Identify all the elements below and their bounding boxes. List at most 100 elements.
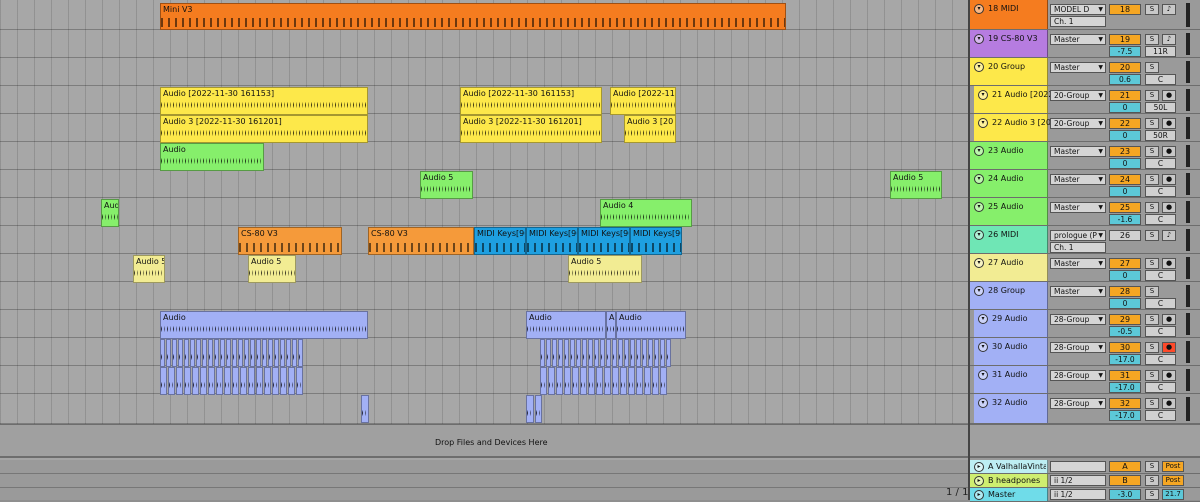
audio-slice[interactable] (594, 339, 599, 367)
arm-button[interactable]: ♪ (1162, 230, 1176, 241)
audio-slice[interactable] (666, 339, 671, 367)
audio-slice[interactable] (200, 367, 207, 395)
arrangement-clip[interactable]: Audio 3 [2022-11-30 161201] (160, 115, 368, 143)
post-toggle[interactable]: 21.7 (1162, 489, 1184, 500)
track-header[interactable]: ▾ 23 Audio (970, 142, 1048, 169)
audio-slice[interactable] (558, 339, 563, 367)
input-routing-select[interactable]: MODEL D ▼ (1050, 4, 1106, 15)
volume-field[interactable]: 0 (1109, 298, 1141, 309)
arrangement-clip[interactable]: Audio 5 (248, 255, 296, 283)
arrangement-clip[interactable]: Audio (606, 311, 616, 339)
volume-field[interactable]: 0 (1109, 158, 1141, 169)
audio-slice[interactable] (552, 339, 557, 367)
audio-slice[interactable] (660, 367, 667, 395)
volume-field[interactable]: 0 (1109, 270, 1141, 281)
volume-field[interactable]: -1.6 (1109, 214, 1141, 225)
solo-button[interactable]: S (1145, 314, 1159, 325)
return-header[interactable]: ▸ A ValhallaVinta (970, 460, 1048, 473)
fold-toggle-icon[interactable]: ▾ (974, 34, 984, 44)
track-activator[interactable]: 32 (1109, 398, 1141, 409)
audio-slice[interactable] (588, 339, 593, 367)
arrangement-clip[interactable]: CS-80 V3 (368, 227, 474, 255)
fold-toggle-icon[interactable]: ▾ (978, 118, 988, 128)
input-routing-select[interactable]: prologue (P ▼ (1050, 230, 1106, 241)
audio-slice[interactable] (226, 339, 231, 367)
arrangement-clip[interactable]: Audio 5 (420, 171, 473, 199)
return-track-row[interactable]: ▸ B headpones ii 1/2 B S Post (970, 474, 1200, 488)
fold-toggle-icon[interactable]: ▾ (974, 146, 984, 156)
audio-slice[interactable] (262, 339, 267, 367)
audio-slice[interactable] (192, 367, 199, 395)
arrangement-lane[interactable] (0, 58, 970, 86)
fold-toggle-icon[interactable]: ▾ (974, 230, 984, 240)
track-row[interactable]: ▾ 28 Group Master ▼ 28 S 0 C (970, 282, 1200, 310)
arm-button[interactable]: ● (1162, 202, 1176, 213)
pan-field[interactable]: C (1145, 410, 1176, 421)
pan-field[interactable]: 11R (1145, 46, 1176, 57)
audio-slice[interactable] (160, 367, 167, 395)
audio-slice[interactable] (564, 339, 569, 367)
arrangement-clip[interactable]: MIDI Keys[90] (474, 227, 526, 255)
audio-slice[interactable] (618, 339, 623, 367)
arm-button[interactable]: ● (1162, 370, 1176, 381)
arrangement-clip[interactable]: Audio 5 (133, 255, 165, 283)
track-activator[interactable]: 29 (1109, 314, 1141, 325)
audio-slice[interactable] (264, 367, 271, 395)
track-header[interactable]: ▾ 18 MIDI (970, 0, 1048, 29)
audio-slice[interactable] (238, 339, 243, 367)
post-toggle[interactable]: Post (1162, 461, 1184, 472)
track-row[interactable]: ▾ 25 Audio Master ▼ 25 S ● -1.6 C (970, 198, 1200, 226)
arrangement-lane[interactable] (0, 142, 970, 170)
fold-toggle-icon[interactable]: ▾ (974, 174, 984, 184)
audio-slice[interactable] (220, 339, 225, 367)
audio-slice[interactable] (540, 367, 547, 395)
audio-slice[interactable] (166, 339, 171, 367)
audio-slice[interactable] (596, 367, 603, 395)
arrangement-lane[interactable] (0, 394, 970, 424)
audio-slice[interactable] (361, 395, 369, 423)
audio-slice[interactable] (548, 367, 555, 395)
return-activator[interactable]: B (1109, 475, 1141, 486)
track-header[interactable]: ▾ 32 Audio (974, 394, 1048, 423)
arm-button[interactable]: ● (1162, 342, 1176, 353)
track-activator[interactable]: 20 (1109, 62, 1141, 73)
volume-field[interactable]: -3.0 (1109, 489, 1141, 500)
fold-toggle-icon[interactable]: ▾ (974, 202, 984, 212)
audio-slice[interactable] (202, 339, 207, 367)
fold-toggle-icon[interactable]: ▸ (974, 462, 984, 472)
audio-slice[interactable] (624, 339, 629, 367)
audio-slice[interactable] (606, 339, 611, 367)
fold-toggle-icon[interactable]: ▸ (974, 476, 984, 486)
arrangement-clip[interactable]: MIDI Keys[90] (630, 227, 682, 255)
fold-toggle-icon[interactable]: ▾ (974, 4, 984, 14)
audio-slice[interactable] (250, 339, 255, 367)
track-header[interactable]: ▾ 21 Audio [2022 (974, 86, 1050, 113)
arrangement-lane[interactable] (0, 310, 970, 338)
audio-slice[interactable] (636, 367, 643, 395)
track-activator[interactable]: 24 (1109, 174, 1141, 185)
arm-button[interactable]: ● (1162, 146, 1176, 157)
fold-toggle-icon[interactable]: ▸ (974, 490, 984, 500)
arm-button[interactable]: ♪ (1162, 34, 1176, 45)
return-header[interactable]: ▸ B headpones (970, 474, 1048, 487)
fold-toggle-icon[interactable]: ▾ (974, 258, 984, 268)
track-activator[interactable]: 25 (1109, 202, 1141, 213)
arrangement-lane[interactable] (0, 338, 970, 366)
volume-field[interactable]: 0.6 (1109, 74, 1141, 85)
audio-slice[interactable] (280, 339, 285, 367)
track-activator[interactable]: 23 (1109, 146, 1141, 157)
volume-field[interactable]: 0 (1109, 130, 1141, 141)
track-activator[interactable]: 27 (1109, 258, 1141, 269)
solo-button[interactable]: S (1145, 258, 1159, 269)
arrangement-clip[interactable]: CS-80 V3 (238, 227, 342, 255)
input-routing-select[interactable]: Master ▼ (1050, 202, 1106, 213)
track-row[interactable]: ▾ 31 Audio 28-Group ▼ 31 S ● -17.0 C (970, 366, 1200, 394)
output-routing-select[interactable]: ii 1/2 (1050, 489, 1106, 500)
audio-slice[interactable] (248, 367, 255, 395)
track-row[interactable]: ▾ 20 Group Master ▼ 20 S 0.6 C (970, 58, 1200, 86)
pan-field[interactable]: C (1145, 326, 1176, 337)
solo-button[interactable]: S (1145, 174, 1159, 185)
audio-slice[interactable] (648, 339, 653, 367)
audio-slice[interactable] (274, 339, 279, 367)
audio-slice[interactable] (570, 339, 575, 367)
